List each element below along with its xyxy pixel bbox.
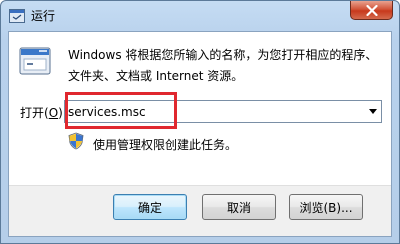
run-app-icon: [9, 8, 25, 23]
ok-button[interactable]: 确定: [113, 194, 187, 220]
open-label-hotkey: O: [48, 106, 59, 120]
close-icon: [365, 4, 378, 16]
dropdown-arrow-icon[interactable]: [369, 109, 377, 114]
run-program-icon: [17, 43, 53, 79]
browse-button[interactable]: 浏览(B)...: [289, 194, 363, 220]
open-input[interactable]: [68, 103, 348, 120]
admin-privilege-note: 使用管理权限创建此任务。: [93, 138, 238, 152]
open-label-prefix: 打开(: [20, 106, 49, 120]
close-button[interactable]: [350, 1, 393, 20]
run-dialog-window: 运行 Windows 将根据您所输入的名称，为您打开相应的程序、文件夹、文档或 …: [0, 0, 400, 244]
dialog-description: Windows 将根据您所输入的名称，为您打开相应的程序、文件夹、文档或 Int…: [68, 48, 378, 83]
title-bar[interactable]: 运行: [1, 1, 399, 31]
open-label: 打开(O):: [20, 104, 67, 121]
cancel-button[interactable]: 取消: [202, 194, 276, 220]
open-combobox[interactable]: [64, 100, 382, 123]
uac-shield-icon: [68, 132, 84, 150]
dialog-body: Windows 将根据您所输入的名称，为您打开相应的程序、文件夹、文档或 Int…: [8, 31, 392, 237]
window-title: 运行: [31, 9, 56, 23]
